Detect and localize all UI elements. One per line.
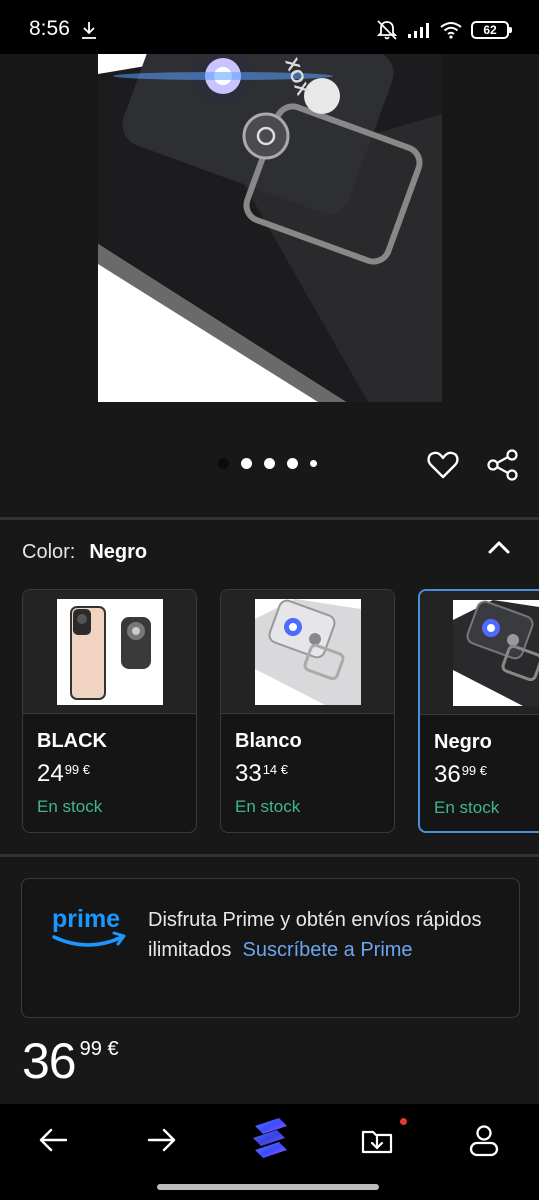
variant-price-int: 24	[37, 760, 64, 787]
bottom-navigation	[0, 1104, 539, 1200]
prime-logo: prime	[52, 905, 126, 947]
variant-name: Negro	[434, 731, 492, 753]
carousel-dots	[218, 458, 317, 469]
price-dec: 99	[79, 1038, 102, 1060]
prime-logo-text: prime	[52, 905, 120, 933]
section-divider	[0, 854, 539, 857]
variant-stock: En stock	[434, 798, 500, 817]
carousel-dot[interactable]	[218, 458, 229, 469]
carousel-dot[interactable]	[241, 458, 252, 469]
status-time: 8:56	[29, 17, 70, 40]
notification-dot	[400, 1118, 407, 1125]
variant-price-dec: 99	[461, 763, 477, 778]
home-indicator[interactable]	[157, 1184, 379, 1190]
prime-subscribe-link[interactable]: Suscríbete a Prime	[242, 939, 412, 961]
variant-card-negro[interactable]: Negro 3699 € En stock	[418, 589, 539, 833]
variant-thumbnail	[453, 599, 539, 706]
variant-price-dec: 14	[262, 762, 278, 777]
product-price: 36 99 €	[22, 1032, 119, 1090]
prime-banner[interactable]: prime Disfruta Prime y obtén envíos rápi…	[21, 878, 520, 1018]
carousel-dot[interactable]	[264, 458, 275, 469]
variant-thumbnail	[56, 598, 163, 705]
color-variants: BLACK 2499 € En stock Blanco 3314 € En s…	[22, 589, 539, 833]
variant-price-dec: 99	[64, 762, 80, 777]
color-selected-value: Negro	[89, 541, 148, 563]
variant-thumb-area	[420, 591, 539, 715]
color-selector-header: Color: Negro	[22, 541, 147, 564]
variant-currency: €	[82, 762, 91, 777]
variant-card-black[interactable]: BLACK 2499 € En stock	[22, 589, 197, 833]
forward-icon[interactable]	[143, 1122, 179, 1158]
variant-price-int: 33	[235, 760, 262, 787]
variant-name: BLACK	[37, 730, 107, 752]
carousel-dot[interactable]	[310, 460, 317, 467]
variant-currency: €	[280, 762, 289, 777]
download-icon	[82, 22, 96, 39]
variant-price: 3314 €	[235, 760, 288, 788]
dnd-muted-icon	[376, 20, 398, 40]
app-home-icon[interactable]	[249, 1116, 291, 1162]
signal-icon	[408, 23, 429, 38]
variant-price: 2499 €	[37, 760, 90, 788]
product-image[interactable]: XOX	[98, 54, 442, 402]
carousel-dot[interactable]	[287, 458, 298, 469]
variant-thumb-area	[23, 590, 196, 714]
status-indicators: 62	[375, 19, 512, 41]
variant-price: 3699 €	[434, 761, 487, 789]
variant-stock: En stock	[37, 797, 103, 816]
section-divider	[0, 517, 539, 520]
color-label: Color:	[22, 541, 76, 563]
product-photo: XOX	[98, 54, 442, 402]
battery-level: 62	[483, 23, 497, 37]
downloads-icon[interactable]	[359, 1122, 395, 1158]
variant-thumb-area	[221, 590, 394, 714]
heart-icon[interactable]	[426, 448, 460, 482]
product-page: XOX Color: Negro BLACK 2499 € En stock B…	[0, 54, 539, 1104]
variant-currency: €	[479, 763, 488, 778]
wifi-icon	[440, 22, 462, 39]
back-icon[interactable]	[36, 1122, 72, 1158]
status-bar: 8:56 62	[0, 0, 539, 54]
variant-name: Blanco	[235, 730, 302, 752]
variant-price-int: 36	[434, 761, 461, 788]
share-icon[interactable]	[486, 448, 520, 482]
variant-stock: En stock	[235, 797, 301, 816]
chevron-up-icon[interactable]	[487, 536, 511, 560]
prime-message: Disfruta Prime y obtén envíos rápidos il…	[148, 905, 488, 965]
battery-icon: 62	[471, 21, 512, 39]
price-int: 36	[22, 1033, 77, 1089]
variant-card-blanco[interactable]: Blanco 3314 € En stock	[220, 589, 395, 833]
profile-icon[interactable]	[466, 1122, 502, 1158]
price-currency: €	[107, 1038, 119, 1060]
variant-thumbnail	[254, 598, 361, 705]
